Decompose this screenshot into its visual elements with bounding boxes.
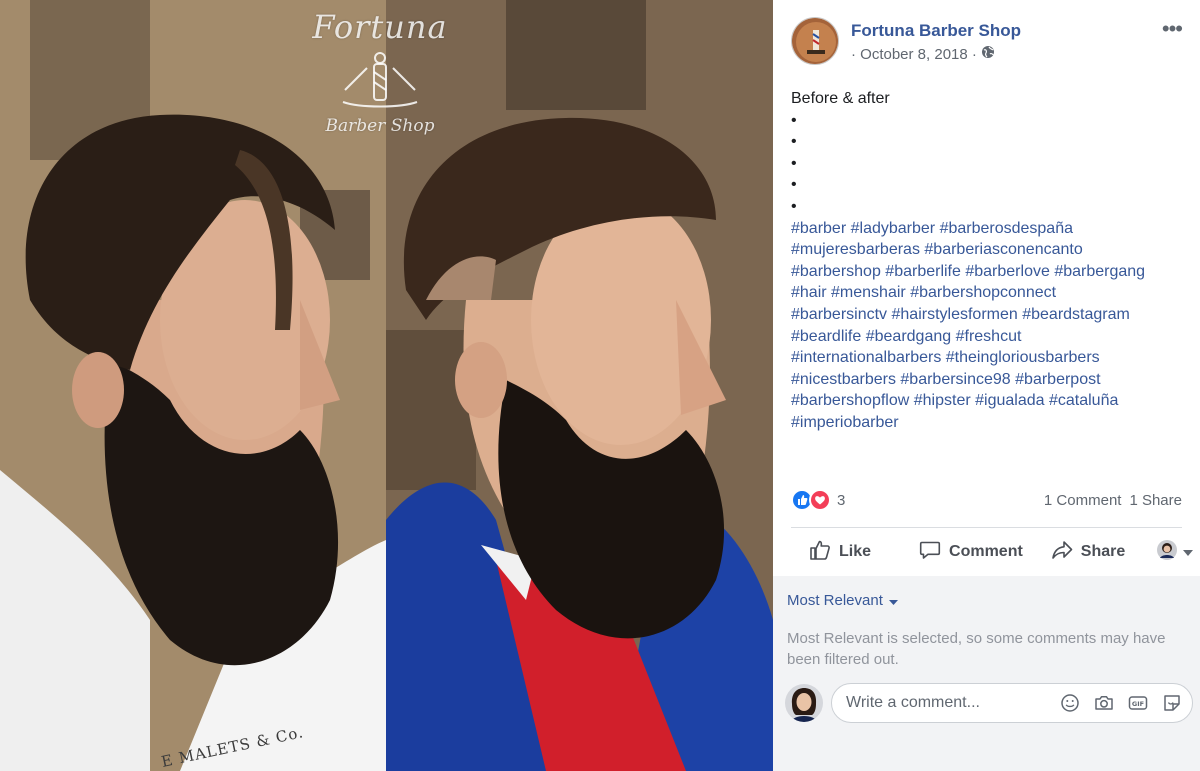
emoji-icon[interactable] — [1058, 691, 1082, 715]
sticker-icon[interactable] — [1160, 691, 1184, 715]
svg-text:GIF: GIF — [1132, 700, 1144, 708]
hashtag-line: #barbersinctv #hairstylesformen #beardst… — [791, 304, 1191, 326]
hashtag-line: #imperiobarber — [791, 412, 1191, 434]
reaction-count[interactable]: 3 — [837, 492, 845, 509]
comment-count-link[interactable]: 1 Comment — [1044, 492, 1122, 509]
bullet-item: • — [791, 197, 797, 215]
hashtag-line: #beardlife #beardgang #freshcut — [791, 326, 1191, 348]
hashtag-link[interactable]: #barberiasconencanto — [924, 241, 1082, 258]
comment-composer: Write a comment... GIF — [785, 682, 1200, 724]
hashtag-line: #barbershop #barberlife #barberlove #bar… — [791, 261, 1191, 283]
engagement-counts: 1 Comment 1 Share — [1044, 492, 1182, 509]
watermark-title: Fortuna — [312, 8, 448, 46]
comment-button[interactable]: Comment — [919, 539, 1023, 566]
post-date[interactable]: · October 8, 2018 · — [851, 46, 977, 63]
share-label: Share — [1080, 543, 1126, 560]
hashtag-link[interactable]: #barber — [791, 220, 846, 237]
bullet-item: • — [791, 154, 797, 172]
hashtag-link[interactable]: #barberlife — [885, 263, 961, 280]
hashtag-link[interactable]: #hairstylesformen — [892, 306, 1018, 323]
hashtag-line: #barber #ladybarber #barberosdespaña — [791, 218, 1191, 240]
hashtag-link[interactable]: #theingloriousbarbers — [946, 349, 1100, 366]
page-avatar[interactable] — [791, 17, 839, 65]
hashtag-link[interactable]: #igualada — [975, 392, 1044, 409]
page-name-link[interactable]: Fortuna Barber Shop — [851, 21, 1021, 41]
hashtag-line: #barbershopflow #hipster #igualada #cata… — [791, 390, 1191, 412]
hashtag-line: #internationalbarbers #theingloriousbarb… — [791, 347, 1191, 369]
divider — [791, 527, 1182, 528]
fortuna-watermark: Fortuna Barber Shop — [305, 8, 455, 136]
bullet-item: • — [791, 111, 797, 129]
hashtag-link[interactable]: #hair — [791, 284, 827, 301]
hashtag-link[interactable]: #beardlife — [791, 328, 861, 345]
caret-down-icon — [1183, 543, 1194, 561]
reaction-icons[interactable] — [791, 489, 831, 511]
sort-label: Most Relevant — [787, 592, 883, 609]
more-options-icon[interactable]: ••• — [1162, 18, 1183, 40]
bullet-item: • — [791, 133, 797, 151]
comment-input-icons: GIF — [1058, 691, 1184, 715]
thumbs-up-icon — [809, 539, 831, 566]
user-avatar-small — [1157, 539, 1178, 565]
hashtag-link[interactable]: #cataluña — [1049, 392, 1118, 409]
hashtag-line: #nicestbarbers #barbersince98 #barberpos… — [791, 369, 1191, 391]
like-button[interactable]: Like — [809, 539, 871, 566]
comment-bubble-icon — [919, 539, 941, 566]
comments-section: Most Relevant Most Relevant is selected,… — [773, 576, 1200, 771]
share-button[interactable]: Share — [1051, 539, 1125, 566]
hashtag-link[interactable]: #barbersince98 — [900, 371, 1010, 388]
post-photo[interactable]: E MALETS & Co. Fortuna Barber Shop — [0, 0, 773, 771]
bullet-item: • — [791, 176, 797, 194]
hashtag-link[interactable]: #freshcut — [956, 328, 1022, 345]
comment-placeholder: Write a comment... — [846, 694, 980, 711]
share-arrow-icon — [1051, 539, 1073, 566]
hashtag-block: #barber #ladybarber #barberosdespaña #muj… — [791, 218, 1191, 434]
hashtag-link[interactable]: #nicestbarbers — [791, 371, 896, 388]
reaction-identity-selector[interactable] — [1157, 539, 1194, 565]
love-reaction-icon — [809, 489, 831, 511]
hashtag-link[interactable]: #barbershopconnect — [910, 284, 1056, 301]
bullet-list: • • • • • — [791, 110, 1191, 218]
globe-icon — [981, 45, 995, 63]
post-header: Fortuna Barber Shop · October 8, 2018 · … — [773, 0, 1200, 80]
post-meta: · October 8, 2018 · — [851, 45, 995, 63]
hashtag-link[interactable]: #mujeresbarberas — [791, 241, 920, 258]
comment-sort-dropdown[interactable]: Most Relevant — [787, 592, 898, 609]
hashtag-link[interactable]: #internationalbarbers — [791, 349, 941, 366]
post-side-panel: Fortuna Barber Shop · October 8, 2018 · … — [773, 0, 1200, 771]
hashtag-link[interactable]: #barberosdespaña — [940, 220, 1073, 237]
reactions-bar: 3 1 Comment 1 Share — [791, 488, 1182, 512]
post-actions: Like Comment Share — [791, 530, 1196, 574]
hashtag-link[interactable]: #ladybarber — [851, 220, 936, 237]
hashtag-line: #hair #menshair #barbershopconnect — [791, 282, 1191, 304]
hashtag-link[interactable]: #hipster — [914, 392, 971, 409]
hashtag-link[interactable]: #barbershop — [791, 263, 881, 280]
hashtag-link[interactable]: #barberpost — [1015, 371, 1100, 388]
hashtag-link[interactable]: #barbersinctv — [791, 306, 887, 323]
hashtag-link[interactable]: #barberlove — [965, 263, 1050, 280]
post-body: Before & after • • • • • #barber #ladyba… — [791, 88, 1191, 434]
comment-input[interactable]: Write a comment... GIF — [831, 683, 1193, 723]
hashtag-link[interactable]: #barbergang — [1054, 263, 1145, 280]
filter-note: Most Relevant is selected, so some comme… — [787, 630, 1166, 668]
gif-icon[interactable]: GIF — [1126, 691, 1150, 715]
caret-down-icon — [888, 592, 898, 609]
hashtag-line: #mujeresbarberas #barberiasconencanto — [791, 239, 1191, 261]
hashtag-link[interactable]: #barbershopflow — [791, 392, 909, 409]
hashtag-link[interactable]: #imperiobarber — [791, 414, 899, 431]
share-count-link[interactable]: 1 Share — [1129, 492, 1182, 509]
hashtag-link[interactable]: #beardstagram — [1022, 306, 1130, 323]
camera-icon[interactable] — [1092, 691, 1116, 715]
comment-label: Comment — [949, 543, 1023, 560]
like-label: Like — [839, 543, 872, 560]
watermark-subtitle: Barber Shop — [325, 116, 435, 136]
hashtag-link[interactable]: #menshair — [831, 284, 906, 301]
user-avatar[interactable] — [785, 684, 823, 722]
hashtag-link[interactable]: #beardgang — [866, 328, 951, 345]
post-text: Before & after — [791, 90, 890, 107]
barber-pole-emblem — [342, 52, 418, 108]
